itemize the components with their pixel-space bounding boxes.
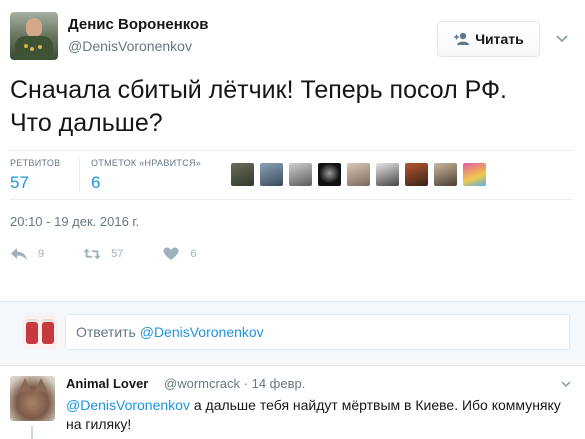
divider <box>10 199 573 200</box>
heart-icon <box>163 247 179 260</box>
tweet-timestamp[interactable]: 20:10 - 19 дек. 2016 г. <box>10 214 139 229</box>
divider <box>10 150 573 151</box>
reply-count: 9 <box>38 248 45 260</box>
retweet-icon <box>83 248 101 260</box>
liker-avatar[interactable] <box>347 163 370 186</box>
main-tweet: Денис Вороненков @DenisVoronenkov Читать… <box>0 0 585 295</box>
stat-divider <box>79 158 80 192</box>
retweet-count: 57 <box>111 248 124 260</box>
liker-avatar[interactable] <box>434 163 457 186</box>
reply-action[interactable]: 9 <box>10 247 44 261</box>
author-name[interactable]: Денис Вороненков <box>68 16 208 33</box>
reply-input-prefix: Ответить <box>76 324 140 340</box>
current-user-avatar <box>23 315 57 349</box>
reply-input-mention: @DenisVoronenkov <box>139 324 264 340</box>
tweet-text-line-2: Что дальше? <box>10 109 163 137</box>
follow-button[interactable]: Читать <box>437 21 540 57</box>
reply-author-name[interactable]: Animal Lover <box>66 376 148 391</box>
liker-avatar[interactable] <box>463 163 486 186</box>
liker-avatar[interactable] <box>405 163 428 186</box>
reply-compose-area: Ответить @DenisVoronenkov <box>0 301 585 366</box>
liker-avatar[interactable] <box>376 163 399 186</box>
tweet-text-line-1: Сначала сбитый лётчик! Теперь посол РФ. <box>10 76 507 104</box>
liker-avatar[interactable] <box>289 163 312 186</box>
like-action[interactable]: 6 <box>162 247 197 261</box>
likes-value: 6 <box>91 173 101 192</box>
follow-person-icon <box>454 32 470 45</box>
like-count: 6 <box>190 248 197 260</box>
retweets-stat[interactable]: РЕТВИТОВ 57 <box>10 158 60 193</box>
likes-stat[interactable]: ОТМЕТОК «НРАВИТСЯ» 6 <box>91 158 201 193</box>
caret-down-icon[interactable] <box>560 378 572 390</box>
reply-icon <box>11 248 27 260</box>
retweet-action[interactable]: 57 <box>83 247 123 261</box>
liker-avatar[interactable] <box>318 163 341 186</box>
reply-mention[interactable]: @DenisVoronenkov <box>66 397 190 413</box>
thread-line <box>31 426 33 439</box>
reply-author-avatar[interactable] <box>10 376 55 421</box>
liker-avatar[interactable] <box>260 163 283 186</box>
tweet-text: Сначала сбитый лётчик! Теперь посол РФ. … <box>10 74 570 140</box>
caret-down-icon[interactable] <box>555 31 569 45</box>
reply-input[interactable]: Ответить @DenisVoronenkov <box>65 314 570 350</box>
author-handle[interactable]: @DenisVoronenkov <box>68 38 192 54</box>
reply-author-meta[interactable]: @wormcrack · 14 февр. <box>164 376 305 391</box>
reply-text: @DenisVoronenkov а дальше тебя найдут мё… <box>66 396 571 434</box>
retweets-label: РЕТВИТОВ <box>10 158 61 168</box>
tweet-actions: 9 57 6 <box>10 247 236 261</box>
retweets-value: 57 <box>10 173 29 192</box>
liker-avatar[interactable] <box>231 163 254 186</box>
likes-label: ОТМЕТОК «НРАВИТСЯ» <box>91 158 202 168</box>
follow-button-label: Читать <box>475 31 524 47</box>
likers-avatars <box>231 163 486 186</box>
reply-tweet[interactable]: Animal Lover @wormcrack · 14 февр. @Deni… <box>0 366 585 439</box>
author-avatar[interactable] <box>10 12 58 60</box>
